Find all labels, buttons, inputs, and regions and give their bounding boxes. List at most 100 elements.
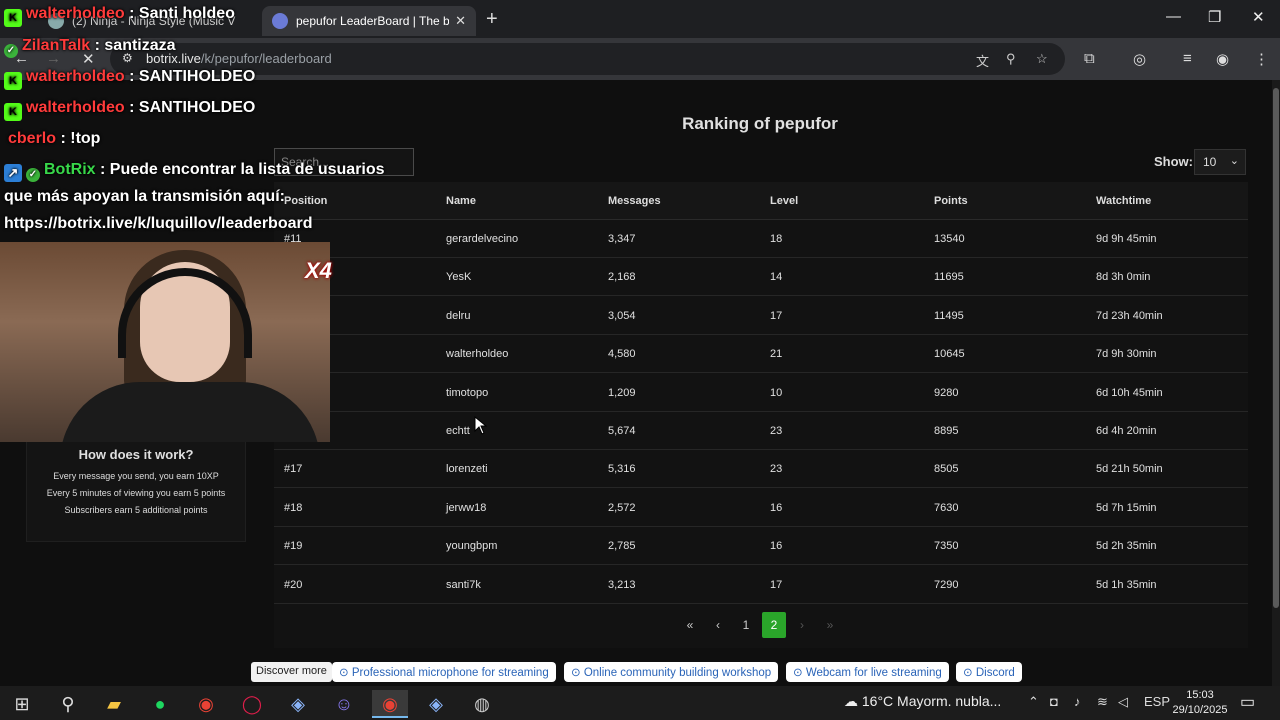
next-page-button[interactable]: › bbox=[788, 612, 816, 638]
chrome-active-icon[interactable]: ◉ bbox=[372, 690, 408, 718]
cell-position: #18 bbox=[284, 501, 303, 514]
zoom-icon[interactable]: ⚲ bbox=[1006, 51, 1016, 67]
discord-icon[interactable]: ☺ bbox=[326, 690, 362, 718]
cell-watchtime: 5d 21h 50min bbox=[1096, 463, 1163, 476]
how-line: Every message you send, you earn 10XP bbox=[53, 471, 219, 481]
extensions-icon[interactable]: ⧉ bbox=[1084, 50, 1095, 67]
kick-badge-icon: K bbox=[4, 72, 22, 90]
discover-chip[interactable]: ⊙ Webcam for live streaming bbox=[786, 662, 949, 682]
chat-message: ↗ ✓ BotRix : Puede encontrar la lista de u… bbox=[4, 161, 385, 182]
column-header[interactable]: Level bbox=[770, 182, 798, 220]
translate-icon[interactable]: 文 bbox=[976, 51, 989, 70]
close-window-button[interactable]: ✕ bbox=[1252, 8, 1265, 26]
table-row: #20 santi7k 3,213 17 7290 5d 1h 35min bbox=[274, 566, 1248, 604]
cell-name: YesK bbox=[446, 271, 472, 284]
weather-widget[interactable]: ☁ 16°C Mayorm. nubla... bbox=[844, 693, 1001, 710]
page-1-button[interactable]: 1 bbox=[732, 612, 760, 638]
cell-messages: 1,209 bbox=[608, 386, 636, 399]
cell-messages: 2,785 bbox=[608, 540, 636, 553]
first-page-button[interactable]: « bbox=[676, 612, 704, 638]
cell-name: echtt bbox=[446, 425, 470, 437]
webcam-overlay bbox=[0, 242, 330, 442]
spotify-icon[interactable]: ● bbox=[142, 690, 178, 718]
last-page-button[interactable]: » bbox=[816, 612, 844, 638]
cell-messages: 2,168 bbox=[608, 271, 636, 284]
camera-icon[interactable]: ◘ bbox=[1050, 694, 1058, 709]
cell-level: 17 bbox=[770, 309, 783, 322]
cell-position: #20 bbox=[284, 578, 303, 591]
column-header[interactable]: Watchtime bbox=[1096, 182, 1151, 220]
discover-chip[interactable]: ⊙ Online community building workshop bbox=[564, 662, 779, 682]
bookmark-star-icon[interactable]: ☆ bbox=[1036, 51, 1048, 67]
wifi-icon[interactable]: ≋ bbox=[1097, 694, 1108, 710]
profile-avatar-icon[interactable]: ◉ bbox=[1216, 50, 1229, 68]
start-windows-icon[interactable]: ⊞ bbox=[4, 690, 40, 718]
minimize-button[interactable]: — bbox=[1166, 8, 1181, 25]
language-indicator[interactable]: ESP bbox=[1144, 694, 1170, 709]
cell-name: youngbpm bbox=[446, 540, 498, 553]
maximize-button[interactable]: ❐ bbox=[1208, 8, 1221, 26]
cell-watchtime: 5d 1h 35min bbox=[1096, 578, 1157, 591]
cell-position: #19 bbox=[284, 540, 303, 553]
cell-name: santi7k bbox=[446, 578, 481, 591]
cell-messages: 4,580 bbox=[608, 348, 636, 361]
chat-message-continued: que más apoyan la transmisión aquí: bbox=[4, 188, 285, 205]
close-tab-icon[interactable]: ✕ bbox=[455, 13, 466, 29]
cell-points: 11695 bbox=[934, 271, 964, 284]
column-header[interactable]: Points bbox=[934, 182, 968, 220]
cell-level: 10 bbox=[770, 386, 783, 399]
cell-points: 7350 bbox=[934, 540, 959, 553]
search-icon[interactable]: ⚲ bbox=[50, 690, 86, 718]
how-line: Every 5 minutes of viewing you earn 5 po… bbox=[46, 488, 226, 498]
notification-icon[interactable]: ▭ bbox=[1240, 692, 1255, 712]
cell-watchtime: 6d 4h 20min bbox=[1096, 425, 1157, 437]
table-row: #13delru3,05417114957d 23h 40min bbox=[274, 297, 1248, 335]
obs-icon[interactable]: ◍ bbox=[464, 690, 500, 718]
steam-icon[interactable]: ◈ bbox=[280, 690, 316, 718]
file-explorer-icon[interactable]: ▰ bbox=[96, 690, 132, 718]
table-row: #12YesK2,16814116958d 3h 0min bbox=[274, 258, 1248, 297]
cell-watchtime: 6d 10h 45min bbox=[1096, 386, 1163, 399]
tray-chevron-up-icon[interactable]: ⌃ bbox=[1028, 694, 1039, 710]
chat-message-continued: https://botrix.live/k/luquillov/leaderbo… bbox=[4, 215, 313, 232]
column-header[interactable]: Name bbox=[446, 182, 476, 220]
cell-messages: 5,674 bbox=[608, 425, 636, 437]
cell-name: lorenzeti bbox=[446, 463, 488, 476]
scrollbar-thumb[interactable] bbox=[1273, 88, 1279, 608]
opera-icon[interactable]: ◯ bbox=[234, 690, 270, 718]
page-size-select[interactable]: 10 ⌄ bbox=[1194, 149, 1246, 175]
cell-level: 23 bbox=[770, 425, 783, 437]
cell-name: delru bbox=[446, 309, 471, 322]
media-control-icon[interactable]: ≡ bbox=[1183, 50, 1192, 67]
chrome-icon[interactable]: ◉ bbox=[188, 690, 224, 718]
discover-chip[interactable]: ⊙ Professional microphone for streaming bbox=[332, 662, 556, 682]
column-header[interactable]: Messages bbox=[608, 182, 661, 220]
volume-icon[interactable]: ◁ bbox=[1118, 694, 1128, 710]
page-scrollbar[interactable] bbox=[1272, 80, 1280, 686]
cell-points: 13540 bbox=[934, 233, 965, 245]
new-tab-button[interactable]: + bbox=[486, 8, 498, 31]
kick-badge-icon: K bbox=[4, 9, 22, 27]
webcam-body bbox=[60, 382, 320, 442]
cell-points: 10645 bbox=[934, 348, 965, 361]
table-row: #14walterholdeo4,58021106457d 9h 30min bbox=[274, 335, 1248, 374]
screenshot-icon[interactable]: ◎ bbox=[1133, 50, 1146, 68]
chat-message: Kwalterholdeo : Santi holdeo bbox=[4, 5, 235, 27]
cell-messages: 5,316 bbox=[608, 463, 636, 476]
microphone-icon[interactable]: ♪ bbox=[1074, 694, 1081, 709]
cell-level: 16 bbox=[770, 501, 783, 514]
cell-watchtime: 5d 7h 15min bbox=[1096, 501, 1157, 514]
menu-kebab-icon[interactable]: ⋮ bbox=[1254, 50, 1269, 68]
table-row: #19 youngbpm 2,785 16 7350 5d 2h 35min bbox=[274, 527, 1248, 566]
page-2-button[interactable]: 2 bbox=[762, 612, 786, 638]
clock[interactable]: 15:03 29/10/2025 bbox=[1172, 688, 1228, 718]
cell-watchtime: 8d 3h 0min bbox=[1096, 271, 1151, 284]
steam-2-icon[interactable]: ◈ bbox=[418, 690, 454, 718]
cell-level: 18 bbox=[770, 233, 783, 245]
cloud-icon: ☁ bbox=[844, 693, 858, 709]
prev-page-button[interactable]: ‹ bbox=[704, 612, 732, 638]
discover-chip[interactable]: ⊙ Discord bbox=[956, 662, 1022, 682]
cell-level: 17 bbox=[770, 578, 783, 591]
cell-level: 23 bbox=[770, 463, 783, 476]
cell-messages: 3,054 bbox=[608, 309, 636, 322]
